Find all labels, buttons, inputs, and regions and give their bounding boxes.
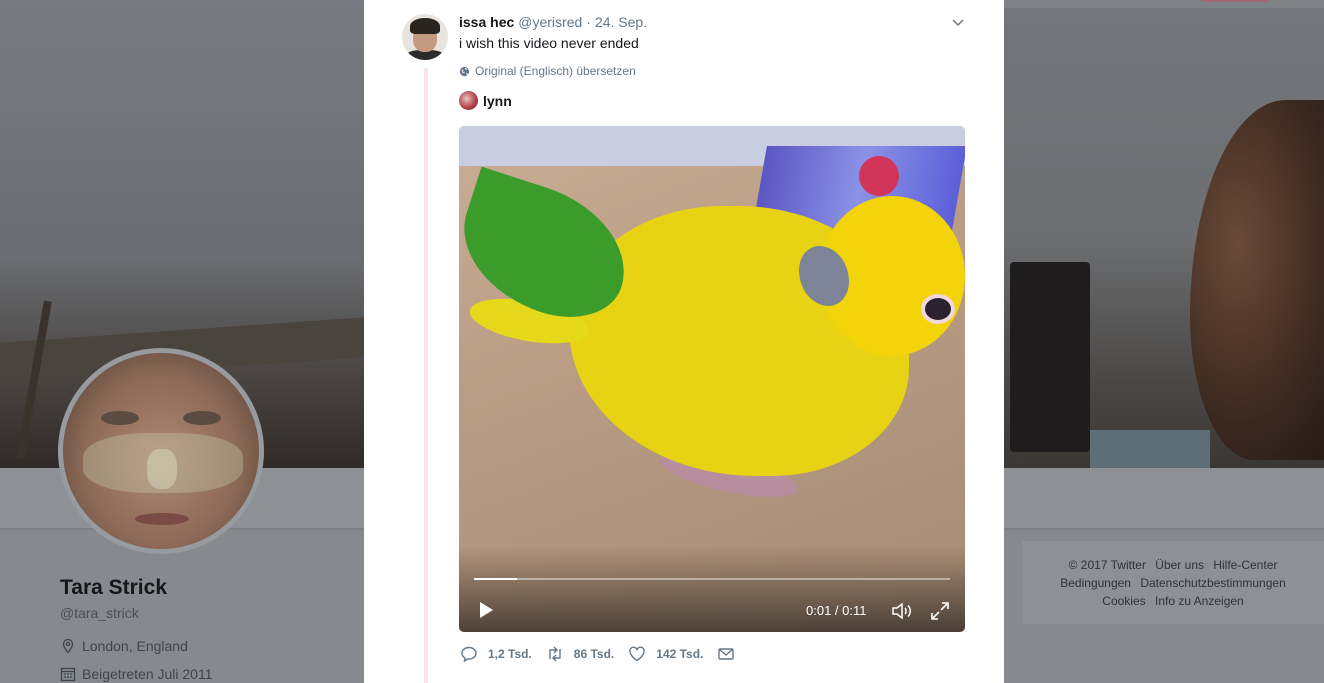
attribution-name[interactable]: lynn <box>483 93 512 109</box>
calendar-icon <box>60 667 76 682</box>
reply-button[interactable]: 1,2 Tsd. <box>460 645 532 663</box>
profile-joined-text: Beigetreten Juli 2011 <box>82 666 213 682</box>
envelope-icon <box>718 648 735 660</box>
direct-message-button[interactable] <box>717 645 735 663</box>
translate-label[interactable]: Original (Englisch) übersetzen <box>475 64 636 78</box>
thread-connector-line <box>424 68 428 683</box>
tweet-date[interactable]: 24. Sep. <box>595 14 647 30</box>
profile-location: London, England <box>60 638 188 654</box>
attribution-avatar[interactable] <box>459 91 478 110</box>
video-attribution[interactable]: lynn <box>459 91 512 110</box>
footer-link-help[interactable]: Hilfe-Center <box>1213 558 1277 572</box>
chevron-down-icon[interactable] <box>950 14 966 30</box>
location-pin-icon <box>62 638 74 654</box>
retweet-icon <box>549 646 561 662</box>
profile-handle[interactable]: @tara_strick <box>60 605 139 621</box>
tweet-header: issa hec @yerisred · 24. Sep. <box>459 14 647 30</box>
retweet-button[interactable]: 86 Tsd. <box>546 645 614 663</box>
footer-link-privacy[interactable]: Datenschutzbestimmungen <box>1140 576 1285 590</box>
tweet-author-handle[interactable]: @yerisred <box>518 14 582 30</box>
footer-copyright: © 2017 Twitter <box>1068 558 1146 572</box>
reply-icon <box>461 646 477 663</box>
heart-icon <box>629 646 645 662</box>
profile-location-text: London, England <box>82 638 188 654</box>
profile-joined: Beigetreten Juli 2011 <box>60 666 213 682</box>
tweet-author-name[interactable]: issa hec <box>459 14 514 30</box>
retweet-count: 86 Tsd. <box>573 647 615 661</box>
footer-link-ads-info[interactable]: Info zu Anzeigen <box>1155 594 1244 608</box>
tweet-author-avatar[interactable] <box>402 14 448 60</box>
footer-links: © 2017 Twitter Über uns Hilfe-Center Bed… <box>1022 541 1324 624</box>
tweet-text: i wish this video never ended <box>459 35 639 51</box>
fullscreen-icon[interactable] <box>930 601 950 621</box>
footer-link-about[interactable]: Über uns <box>1155 558 1204 572</box>
tweet-separator: · <box>586 14 591 30</box>
video-time: 0:01 / 0:11 <box>806 603 867 618</box>
like-count: 142 Tsd. <box>656 647 704 661</box>
like-button[interactable]: 142 Tsd. <box>628 645 703 663</box>
tweet-actions: 1,2 Tsd. 86 Tsd. 142 Tsd. <box>460 645 749 663</box>
globe-icon <box>459 66 470 76</box>
play-icon[interactable] <box>476 600 496 620</box>
footer-link-cookies[interactable]: Cookies <box>1102 594 1145 608</box>
footer-link-terms[interactable]: Bedingungen <box>1060 576 1131 590</box>
video-progress-bar[interactable] <box>474 578 950 580</box>
profile-name[interactable]: Tara Strick <box>60 576 167 600</box>
top-nav-remnant <box>1004 0 1324 8</box>
translate-link[interactable]: Original (Englisch) übersetzen <box>459 64 636 78</box>
video-player[interactable]: 0:01 / 0:11 <box>459 126 965 632</box>
video-progress-fill <box>474 578 517 580</box>
reply-count: 1,2 Tsd. <box>488 647 532 661</box>
profile-avatar[interactable] <box>58 348 264 554</box>
volume-icon[interactable] <box>891 601 913 621</box>
